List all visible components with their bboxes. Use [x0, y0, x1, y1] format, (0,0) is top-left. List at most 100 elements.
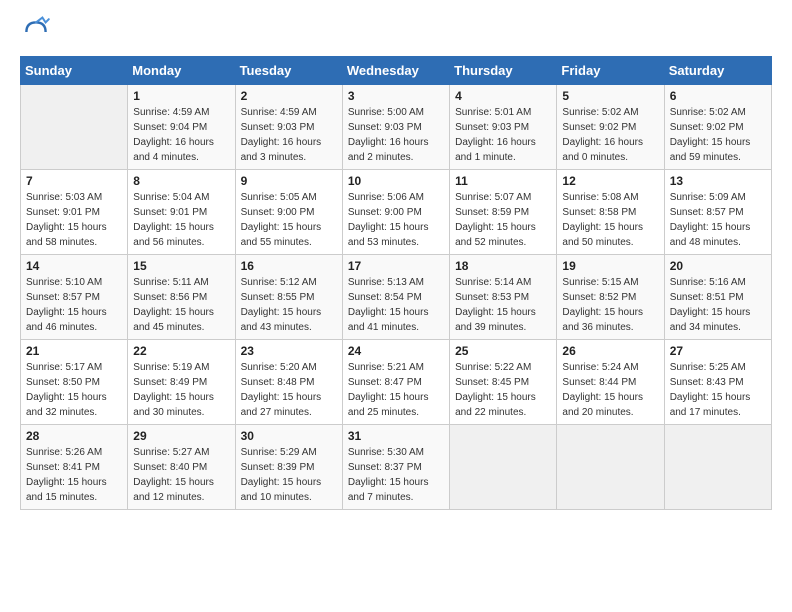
- day-info: Sunrise: 5:12 AM Sunset: 8:55 PM Dayligh…: [241, 275, 337, 335]
- weekday-header-saturday: Saturday: [664, 57, 771, 85]
- day-info: Sunrise: 5:04 AM Sunset: 9:01 PM Dayligh…: [133, 190, 229, 250]
- calendar-cell: [664, 425, 771, 510]
- calendar-cell: 13 Sunrise: 5:09 AM Sunset: 8:57 PM Dayli…: [664, 170, 771, 255]
- calendar-cell: 18 Sunrise: 5:14 AM Sunset: 8:53 PM Dayli…: [450, 255, 557, 340]
- calendar-cell: 21Sunrise: 5:17 AM Sunset: 8:50 PM Dayli…: [21, 340, 128, 425]
- day-number: 10: [348, 174, 444, 188]
- day-info: Sunrise: 4:59 AM Sunset: 9:04 PM Dayligh…: [133, 105, 229, 165]
- calendar-week-1: 1 Sunrise: 4:59 AM Sunset: 9:04 PM Daylig…: [21, 85, 772, 170]
- day-number: 3: [348, 89, 444, 103]
- calendar-table: SundayMondayTuesdayWednesdayThursdayFrid…: [20, 56, 772, 510]
- calendar-week-5: 28 Sunrise: 5:26 AM Sunset: 8:41 PM Dayli…: [21, 425, 772, 510]
- day-info: Sunrise: 5:01 AM Sunset: 9:03 PM Dayligh…: [455, 105, 551, 165]
- day-info: Sunrise: 5:03 AM Sunset: 9:01 PM Dayligh…: [26, 190, 122, 250]
- day-info: Sunrise: 5:29 AM Sunset: 8:39 PM Dayligh…: [241, 445, 337, 505]
- day-number: 19: [562, 259, 658, 273]
- logo-icon: [20, 16, 52, 48]
- calendar-cell: 8Sunrise: 5:04 AM Sunset: 9:01 PM Daylig…: [128, 170, 235, 255]
- day-info: Sunrise: 5:30 AM Sunset: 8:37 PM Dayligh…: [348, 445, 444, 505]
- day-number: 27: [670, 344, 766, 358]
- day-info: Sunrise: 5:10 AM Sunset: 8:57 PM Dayligh…: [26, 275, 122, 335]
- calendar-cell: 31Sunrise: 5:30 AM Sunset: 8:37 PM Dayli…: [342, 425, 449, 510]
- calendar-cell: [450, 425, 557, 510]
- calendar-cell: 4 Sunrise: 5:01 AM Sunset: 9:03 PM Daylig…: [450, 85, 557, 170]
- day-info: Sunrise: 4:59 AM Sunset: 9:03 PM Dayligh…: [241, 105, 337, 165]
- day-info: Sunrise: 5:24 AM Sunset: 8:44 PM Dayligh…: [562, 360, 658, 420]
- day-number: 7: [26, 174, 122, 188]
- day-number: 26: [562, 344, 658, 358]
- calendar-cell: 26 Sunrise: 5:24 AM Sunset: 8:44 PM Dayli…: [557, 340, 664, 425]
- day-info: Sunrise: 5:11 AM Sunset: 8:56 PM Dayligh…: [133, 275, 229, 335]
- day-info: Sunrise: 5:06 AM Sunset: 9:00 PM Dayligh…: [348, 190, 444, 250]
- calendar-cell: 11 Sunrise: 5:07 AM Sunset: 8:59 PM Dayli…: [450, 170, 557, 255]
- day-number: 13: [670, 174, 766, 188]
- day-info: Sunrise: 5:09 AM Sunset: 8:57 PM Dayligh…: [670, 190, 766, 250]
- day-number: 18: [455, 259, 551, 273]
- calendar-cell: 25 Sunrise: 5:22 AM Sunset: 8:45 PM Dayli…: [450, 340, 557, 425]
- calendar-cell: 14 Sunrise: 5:10 AM Sunset: 8:57 PM Dayli…: [21, 255, 128, 340]
- calendar-cell: 5 Sunrise: 5:02 AM Sunset: 9:02 PM Daylig…: [557, 85, 664, 170]
- day-number: 22: [133, 344, 229, 358]
- day-info: Sunrise: 5:16 AM Sunset: 8:51 PM Dayligh…: [670, 275, 766, 335]
- page-container: SundayMondayTuesdayWednesdayThursdayFrid…: [0, 0, 792, 526]
- calendar-cell: 2 Sunrise: 4:59 AM Sunset: 9:03 PM Daylig…: [235, 85, 342, 170]
- day-number: 20: [670, 259, 766, 273]
- day-number: 16: [241, 259, 337, 273]
- day-info: Sunrise: 5:25 AM Sunset: 8:43 PM Dayligh…: [670, 360, 766, 420]
- day-number: 11: [455, 174, 551, 188]
- day-info: Sunrise: 5:14 AM Sunset: 8:53 PM Dayligh…: [455, 275, 551, 335]
- weekday-header-friday: Friday: [557, 57, 664, 85]
- calendar-body: 1 Sunrise: 4:59 AM Sunset: 9:04 PM Daylig…: [21, 85, 772, 510]
- calendar-cell: 30 Sunrise: 5:29 AM Sunset: 8:39 PM Dayli…: [235, 425, 342, 510]
- day-number: 28: [26, 429, 122, 443]
- day-info: Sunrise: 5:17 AM Sunset: 8:50 PM Dayligh…: [26, 360, 122, 420]
- weekday-header-monday: Monday: [128, 57, 235, 85]
- day-info: Sunrise: 5:00 AM Sunset: 9:03 PM Dayligh…: [348, 105, 444, 165]
- calendar-cell: 29 Sunrise: 5:27 AM Sunset: 8:40 PM Dayli…: [128, 425, 235, 510]
- calendar-cell: 15Sunrise: 5:11 AM Sunset: 8:56 PM Dayli…: [128, 255, 235, 340]
- calendar-cell: 20 Sunrise: 5:16 AM Sunset: 8:51 PM Dayli…: [664, 255, 771, 340]
- day-number: 9: [241, 174, 337, 188]
- day-info: Sunrise: 5:07 AM Sunset: 8:59 PM Dayligh…: [455, 190, 551, 250]
- day-number: 6: [670, 89, 766, 103]
- day-info: Sunrise: 5:19 AM Sunset: 8:49 PM Dayligh…: [133, 360, 229, 420]
- day-number: 2: [241, 89, 337, 103]
- calendar-cell: 3 Sunrise: 5:00 AM Sunset: 9:03 PM Daylig…: [342, 85, 449, 170]
- day-info: Sunrise: 5:08 AM Sunset: 8:58 PM Dayligh…: [562, 190, 658, 250]
- calendar-cell: 27 Sunrise: 5:25 AM Sunset: 8:43 PM Dayli…: [664, 340, 771, 425]
- day-number: 1: [133, 89, 229, 103]
- day-info: Sunrise: 5:02 AM Sunset: 9:02 PM Dayligh…: [562, 105, 658, 165]
- day-number: 5: [562, 89, 658, 103]
- day-info: Sunrise: 5:26 AM Sunset: 8:41 PM Dayligh…: [26, 445, 122, 505]
- calendar-week-2: 7 Sunrise: 5:03 AM Sunset: 9:01 PM Daylig…: [21, 170, 772, 255]
- day-number: 17: [348, 259, 444, 273]
- calendar-cell: 24Sunrise: 5:21 AM Sunset: 8:47 PM Dayli…: [342, 340, 449, 425]
- day-info: Sunrise: 5:27 AM Sunset: 8:40 PM Dayligh…: [133, 445, 229, 505]
- day-info: Sunrise: 5:02 AM Sunset: 9:02 PM Dayligh…: [670, 105, 766, 165]
- calendar-cell: 16 Sunrise: 5:12 AM Sunset: 8:55 PM Dayli…: [235, 255, 342, 340]
- day-number: 24: [348, 344, 444, 358]
- day-number: 14: [26, 259, 122, 273]
- calendar-cell: 12 Sunrise: 5:08 AM Sunset: 8:58 PM Dayli…: [557, 170, 664, 255]
- day-info: Sunrise: 5:22 AM Sunset: 8:45 PM Dayligh…: [455, 360, 551, 420]
- calendar-cell: 1 Sunrise: 4:59 AM Sunset: 9:04 PM Daylig…: [128, 85, 235, 170]
- day-info: Sunrise: 5:15 AM Sunset: 8:52 PM Dayligh…: [562, 275, 658, 335]
- day-number: 25: [455, 344, 551, 358]
- weekday-header-thursday: Thursday: [450, 57, 557, 85]
- day-number: 12: [562, 174, 658, 188]
- day-info: Sunrise: 5:20 AM Sunset: 8:48 PM Dayligh…: [241, 360, 337, 420]
- weekday-header-tuesday: Tuesday: [235, 57, 342, 85]
- day-number: 29: [133, 429, 229, 443]
- day-info: Sunrise: 5:05 AM Sunset: 9:00 PM Dayligh…: [241, 190, 337, 250]
- weekday-header-sunday: Sunday: [21, 57, 128, 85]
- day-number: 30: [241, 429, 337, 443]
- weekday-header-row: SundayMondayTuesdayWednesdayThursdayFrid…: [21, 57, 772, 85]
- header: [20, 16, 772, 48]
- day-number: 23: [241, 344, 337, 358]
- logo: [20, 16, 58, 48]
- calendar-cell: 9 Sunrise: 5:05 AM Sunset: 9:00 PM Daylig…: [235, 170, 342, 255]
- calendar-cell: 7 Sunrise: 5:03 AM Sunset: 9:01 PM Daylig…: [21, 170, 128, 255]
- calendar-cell: 19 Sunrise: 5:15 AM Sunset: 8:52 PM Dayli…: [557, 255, 664, 340]
- calendar-cell: 6 Sunrise: 5:02 AM Sunset: 9:02 PM Daylig…: [664, 85, 771, 170]
- day-number: 4: [455, 89, 551, 103]
